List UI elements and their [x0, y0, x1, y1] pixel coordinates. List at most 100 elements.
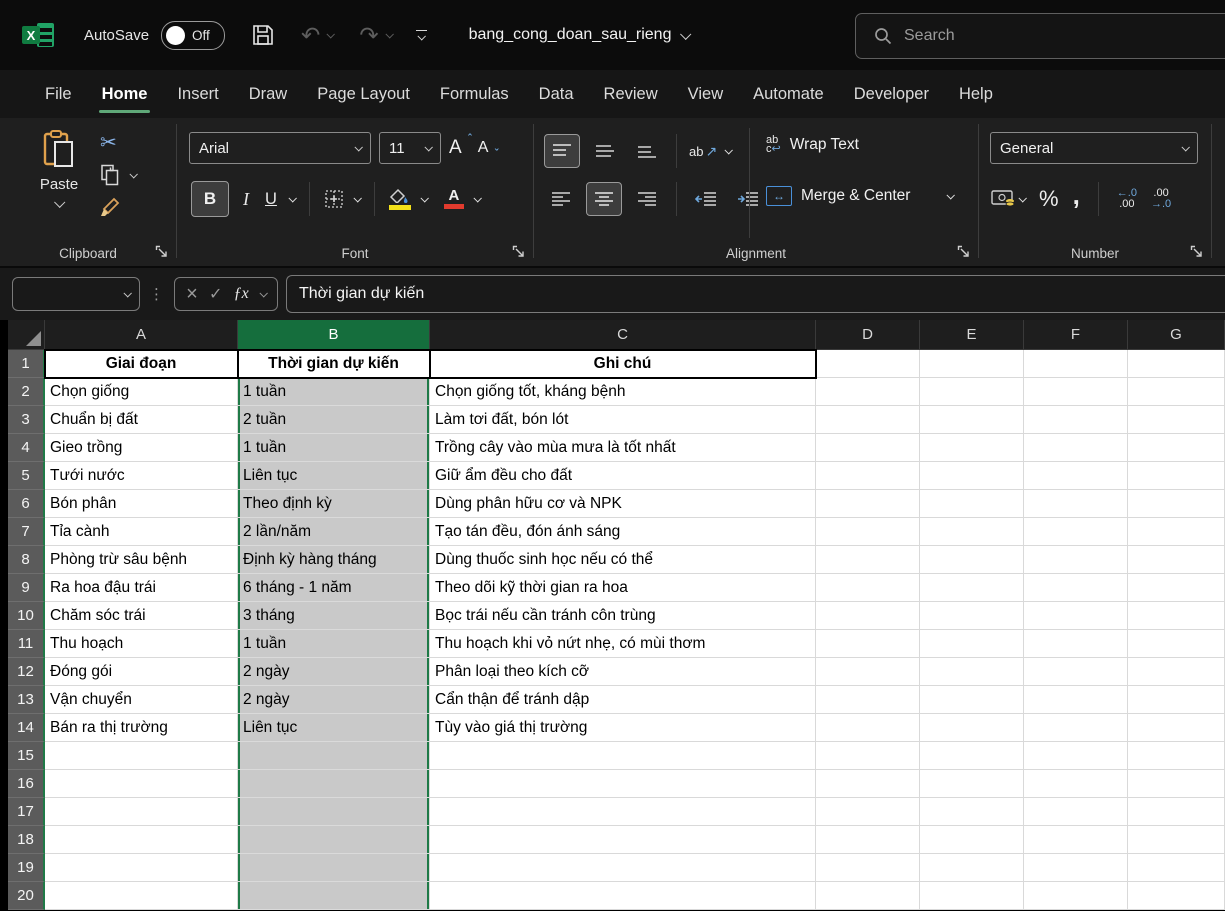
increase-decimal-button[interactable]: ←.0 .00: [1117, 188, 1137, 210]
row-header-1[interactable]: 1: [8, 350, 45, 378]
cell-G15[interactable]: [1128, 742, 1225, 770]
cell-D1[interactable]: [816, 350, 920, 378]
column-header-C[interactable]: C: [430, 320, 816, 350]
cell-C10[interactable]: Bọc trái nếu cần tránh côn trùng: [430, 602, 816, 630]
cell-G4[interactable]: [1128, 434, 1225, 462]
cell-F8[interactable]: [1024, 546, 1128, 574]
borders-dropdown[interactable]: [353, 194, 361, 202]
formula-bar-dropdown[interactable]: [259, 289, 267, 297]
menu-tab-view[interactable]: View: [673, 70, 738, 118]
cell-E2[interactable]: [920, 378, 1024, 406]
search-box[interactable]: Search: [855, 13, 1225, 59]
cell-B10[interactable]: 3 tháng: [238, 602, 430, 630]
cell-G20[interactable]: [1128, 882, 1225, 910]
cell-C17[interactable]: [430, 798, 816, 826]
name-box[interactable]: [12, 277, 140, 311]
cell-G11[interactable]: [1128, 630, 1225, 658]
cancel-icon[interactable]: ×: [186, 283, 198, 306]
row-header-5[interactable]: 5: [8, 462, 45, 490]
row-header-14[interactable]: 14: [8, 714, 45, 742]
cell-D10[interactable]: [816, 602, 920, 630]
row-header-11[interactable]: 11: [8, 630, 45, 658]
cell-C7[interactable]: Tạo tán đều, đón ánh sáng: [430, 518, 816, 546]
row-header-2[interactable]: 2: [8, 378, 45, 406]
center-button[interactable]: [586, 182, 622, 216]
document-title[interactable]: bang_cong_doan_sau_rieng: [469, 26, 690, 44]
cell-E1[interactable]: [920, 350, 1024, 378]
redo-button[interactable]: ↷: [359, 22, 391, 49]
row-header-18[interactable]: 18: [8, 826, 45, 854]
cell-D11[interactable]: [816, 630, 920, 658]
menu-tab-formulas[interactable]: Formulas: [425, 70, 524, 118]
customize-quick-access-toolbar-icon[interactable]: [416, 30, 427, 40]
italic-button[interactable]: I: [239, 189, 253, 210]
cell-C8[interactable]: Dùng thuốc sinh học nếu có thể: [430, 546, 816, 574]
cell-C16[interactable]: [430, 770, 816, 798]
fill-color-dropdown[interactable]: [420, 194, 428, 202]
cell-F12[interactable]: [1024, 658, 1128, 686]
cell-D4[interactable]: [816, 434, 920, 462]
cell-A7[interactable]: Tỉa cành: [45, 518, 238, 546]
cell-B9[interactable]: 6 tháng - 1 năm: [238, 574, 430, 602]
cell-A11[interactable]: Thu hoạch: [45, 630, 238, 658]
cell-D14[interactable]: [816, 714, 920, 742]
cell-F11[interactable]: [1024, 630, 1128, 658]
column-header-F[interactable]: F: [1024, 320, 1128, 350]
cell-D8[interactable]: [816, 546, 920, 574]
cell-E9[interactable]: [920, 574, 1024, 602]
insert-function-icon[interactable]: ƒx: [234, 285, 249, 303]
alignment-dialog-launcher[interactable]: [957, 245, 971, 259]
format-painter-icon[interactable]: [100, 195, 122, 217]
cell-B13[interactable]: 2 ngày: [238, 686, 430, 714]
cell-B20[interactable]: [238, 882, 430, 910]
cell-F4[interactable]: [1024, 434, 1128, 462]
cell-G1[interactable]: [1128, 350, 1225, 378]
cell-D13[interactable]: [816, 686, 920, 714]
number-dialog-launcher[interactable]: [1190, 245, 1204, 259]
row-header-4[interactable]: 4: [8, 434, 45, 462]
column-header-G[interactable]: G: [1128, 320, 1225, 350]
increase-font-size-button[interactable]: Aˆ: [449, 137, 470, 159]
cell-G10[interactable]: [1128, 602, 1225, 630]
cell-C20[interactable]: [430, 882, 816, 910]
cell-A1[interactable]: Giai đoạn: [45, 350, 238, 378]
cell-E13[interactable]: [920, 686, 1024, 714]
enter-icon[interactable]: ✓: [209, 284, 222, 304]
menu-tab-draw[interactable]: Draw: [234, 70, 303, 118]
menu-tab-data[interactable]: Data: [524, 70, 589, 118]
cell-F18[interactable]: [1024, 826, 1128, 854]
cell-A6[interactable]: Bón phân: [45, 490, 238, 518]
row-header-16[interactable]: 16: [8, 770, 45, 798]
font-color-button[interactable]: A: [444, 189, 464, 209]
bottom-align-button[interactable]: [630, 135, 664, 167]
cell-G14[interactable]: [1128, 714, 1225, 742]
cell-A12[interactable]: Đóng gói: [45, 658, 238, 686]
cell-F13[interactable]: [1024, 686, 1128, 714]
row-header-10[interactable]: 10: [8, 602, 45, 630]
cell-G12[interactable]: [1128, 658, 1225, 686]
row-header-17[interactable]: 17: [8, 798, 45, 826]
cell-D19[interactable]: [816, 854, 920, 882]
column-header-B[interactable]: B: [238, 320, 430, 350]
wrap-text-button[interactable]: abc↩ Wrap Text: [766, 136, 859, 154]
cell-E10[interactable]: [920, 602, 1024, 630]
cell-F5[interactable]: [1024, 462, 1128, 490]
row-header-7[interactable]: 7: [8, 518, 45, 546]
cell-C19[interactable]: [430, 854, 816, 882]
cell-G9[interactable]: [1128, 574, 1225, 602]
cell-C12[interactable]: Phân loại theo kích cỡ: [430, 658, 816, 686]
cell-G18[interactable]: [1128, 826, 1225, 854]
column-header-D[interactable]: D: [816, 320, 920, 350]
cell-F19[interactable]: [1024, 854, 1128, 882]
row-header-8[interactable]: 8: [8, 546, 45, 574]
fill-color-button[interactable]: [389, 188, 411, 210]
orientation-dropdown[interactable]: [725, 146, 733, 154]
cell-A19[interactable]: [45, 854, 238, 882]
cell-D7[interactable]: [816, 518, 920, 546]
cell-B2[interactable]: 1 tuần: [238, 378, 430, 406]
cell-B6[interactable]: Theo định kỳ: [238, 490, 430, 518]
row-header-12[interactable]: 12: [8, 658, 45, 686]
cell-E7[interactable]: [920, 518, 1024, 546]
cell-C18[interactable]: [430, 826, 816, 854]
cell-G16[interactable]: [1128, 770, 1225, 798]
